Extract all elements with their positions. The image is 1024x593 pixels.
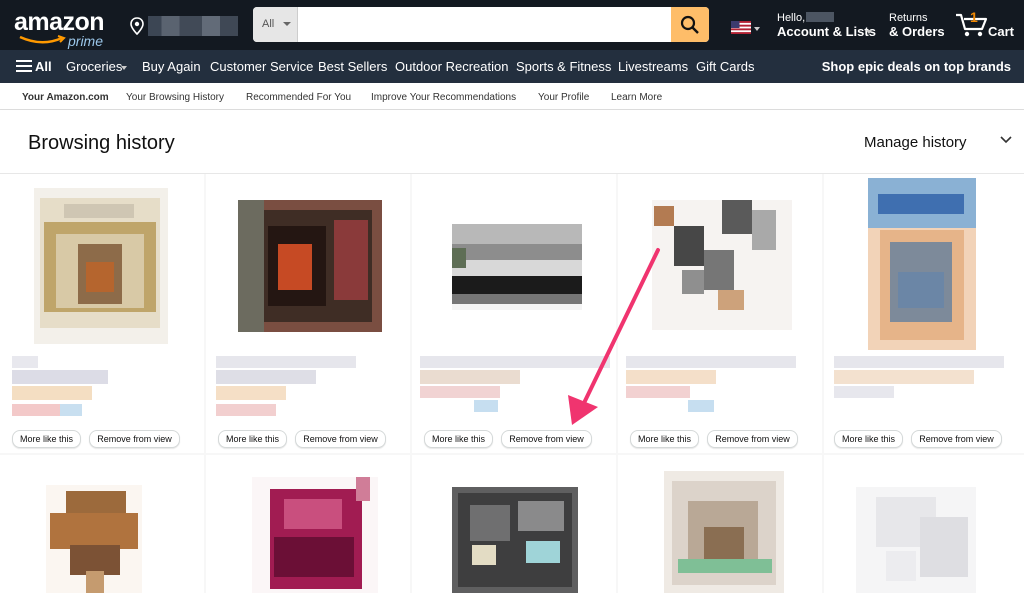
language-caret-icon <box>754 27 760 31</box>
remove-from-view-button[interactable]: Remove from view <box>911 430 1002 448</box>
product-card[interactable] <box>618 455 822 593</box>
product-card[interactable] <box>0 455 204 593</box>
product-card[interactable]: More like this Remove from view <box>412 174 616 453</box>
price-blurred <box>626 386 690 398</box>
promo-link[interactable]: Shop epic deals on top brands <box>822 59 1011 74</box>
title-blurred <box>12 370 108 384</box>
search-input[interactable] <box>298 7 671 42</box>
product-image-blurred <box>238 200 382 332</box>
history-grid: More like this Remove from view More lik… <box>0 174 1024 593</box>
product-image-blurred <box>868 178 976 350</box>
product-card[interactable]: More like this Remove from view <box>0 174 204 453</box>
orders-link[interactable]: & Orders <box>889 24 945 39</box>
tab-improve-recommendations[interactable]: Improve Your Recommendations <box>371 92 516 103</box>
chevron-down-icon[interactable] <box>1000 136 1012 144</box>
rating-blurred <box>626 370 716 384</box>
product-image-blurred <box>46 485 142 593</box>
prime-badge-blurred <box>474 400 498 412</box>
remove-from-view-button[interactable]: Remove from view <box>501 430 592 448</box>
deliver-to-location[interactable] <box>130 12 240 40</box>
logo-prime-text: prime <box>68 33 104 49</box>
cart-label[interactable]: Cart <box>988 24 1014 39</box>
rating-blurred <box>834 370 974 384</box>
title-blurred <box>420 356 610 368</box>
search-category-dropdown[interactable]: All <box>253 7 298 42</box>
tab-your-profile[interactable]: Your Profile <box>538 92 589 103</box>
more-like-this-button[interactable]: More like this <box>12 430 81 448</box>
title-blurred <box>420 370 520 384</box>
more-like-this-button[interactable]: More like this <box>218 430 287 448</box>
product-image-blurred <box>34 188 168 344</box>
tab-your-amazon[interactable]: Your Amazon.com <box>22 92 109 103</box>
page-title: Browsing history <box>28 132 175 154</box>
rating-blurred <box>12 386 92 400</box>
product-card[interactable]: More like this Remove from view <box>824 174 1024 453</box>
account-lists-link[interactable]: Account & Lists <box>777 24 876 39</box>
product-card[interactable]: More like this Remove from view <box>206 174 410 453</box>
nav-best-sellers[interactable]: Best Sellers <box>318 59 387 74</box>
nav-gift-cards[interactable]: Gift Cards <box>696 59 755 74</box>
your-amazon-tabs: Your Amazon.com Your Browsing History Re… <box>0 83 1024 110</box>
tab-recommended[interactable]: Recommended For You <box>246 92 351 103</box>
location-pin-icon <box>130 17 144 35</box>
product-image-blurred <box>652 200 792 330</box>
hello-label: Hello, <box>777 12 806 24</box>
cart-count-badge: 1 <box>970 9 978 25</box>
location-blurred <box>148 16 238 36</box>
nav-outdoor-recreation[interactable]: Outdoor Recreation <box>395 59 508 74</box>
secondary-navigation: All Groceries Buy Again Customer Service… <box>0 50 1024 83</box>
more-like-this-button[interactable]: More like this <box>834 430 903 448</box>
us-flag-icon[interactable] <box>731 21 751 34</box>
rating-blurred <box>216 386 286 400</box>
product-image-blurred <box>664 471 784 593</box>
product-card[interactable]: More like this Remove from view <box>618 174 822 453</box>
account-caret-icon <box>866 30 872 34</box>
product-image-blurred <box>452 487 578 593</box>
product-image-blurred <box>856 487 976 593</box>
nav-livestreams[interactable]: Livestreams <box>618 59 688 74</box>
search-icon <box>680 15 699 34</box>
hamburger-menu-icon[interactable] <box>16 60 32 72</box>
more-like-this-button[interactable]: More like this <box>424 430 493 448</box>
tab-browsing-history[interactable]: Your Browsing History <box>126 92 224 103</box>
product-image-blurred <box>452 224 582 310</box>
title-blurred <box>12 356 38 368</box>
more-like-this-button[interactable]: More like this <box>630 430 699 448</box>
title-blurred <box>216 370 316 384</box>
search-category-label: All <box>262 18 275 30</box>
price-blurred <box>216 404 276 416</box>
username-blurred <box>806 12 834 22</box>
remove-from-view-button[interactable]: Remove from view <box>707 430 798 448</box>
caret-down-icon <box>283 22 291 26</box>
price-blurred <box>12 404 60 416</box>
remove-from-view-button[interactable]: Remove from view <box>89 430 180 448</box>
nav-customer-service[interactable]: Customer Service <box>210 59 313 74</box>
browsing-history-header: Browsing history Manage history <box>0 110 1024 174</box>
amazon-prime-logo[interactable]: amazon prime <box>14 8 114 49</box>
nav-buy-again[interactable]: Buy Again <box>142 59 201 74</box>
prime-badge-blurred <box>60 404 82 416</box>
tab-learn-more[interactable]: Learn More <box>611 92 662 103</box>
price-blurred <box>834 386 894 398</box>
prime-badge-blurred <box>688 400 714 412</box>
price-blurred <box>420 386 500 398</box>
search-bar: All <box>253 7 709 42</box>
nav-sports-fitness[interactable]: Sports & Fitness <box>516 59 611 74</box>
manage-history-toggle[interactable]: Manage history <box>864 134 967 151</box>
groceries-caret-icon <box>121 66 127 70</box>
title-blurred <box>216 356 356 368</box>
title-blurred <box>626 356 796 368</box>
remove-from-view-button[interactable]: Remove from view <box>295 430 386 448</box>
product-image-blurred <box>252 477 378 593</box>
nav-groceries[interactable]: Groceries <box>66 59 122 74</box>
top-navigation-bar: amazon prime All Hello, Account & Lists … <box>0 0 1024 50</box>
returns-label[interactable]: Returns <box>889 12 928 24</box>
product-card[interactable] <box>412 455 616 593</box>
smile-icon <box>19 35 66 44</box>
product-card[interactable] <box>824 455 1024 593</box>
search-button[interactable] <box>671 7 709 42</box>
title-blurred <box>834 356 1004 368</box>
all-menu-link[interactable]: All <box>35 59 52 74</box>
product-card[interactable] <box>206 455 410 593</box>
